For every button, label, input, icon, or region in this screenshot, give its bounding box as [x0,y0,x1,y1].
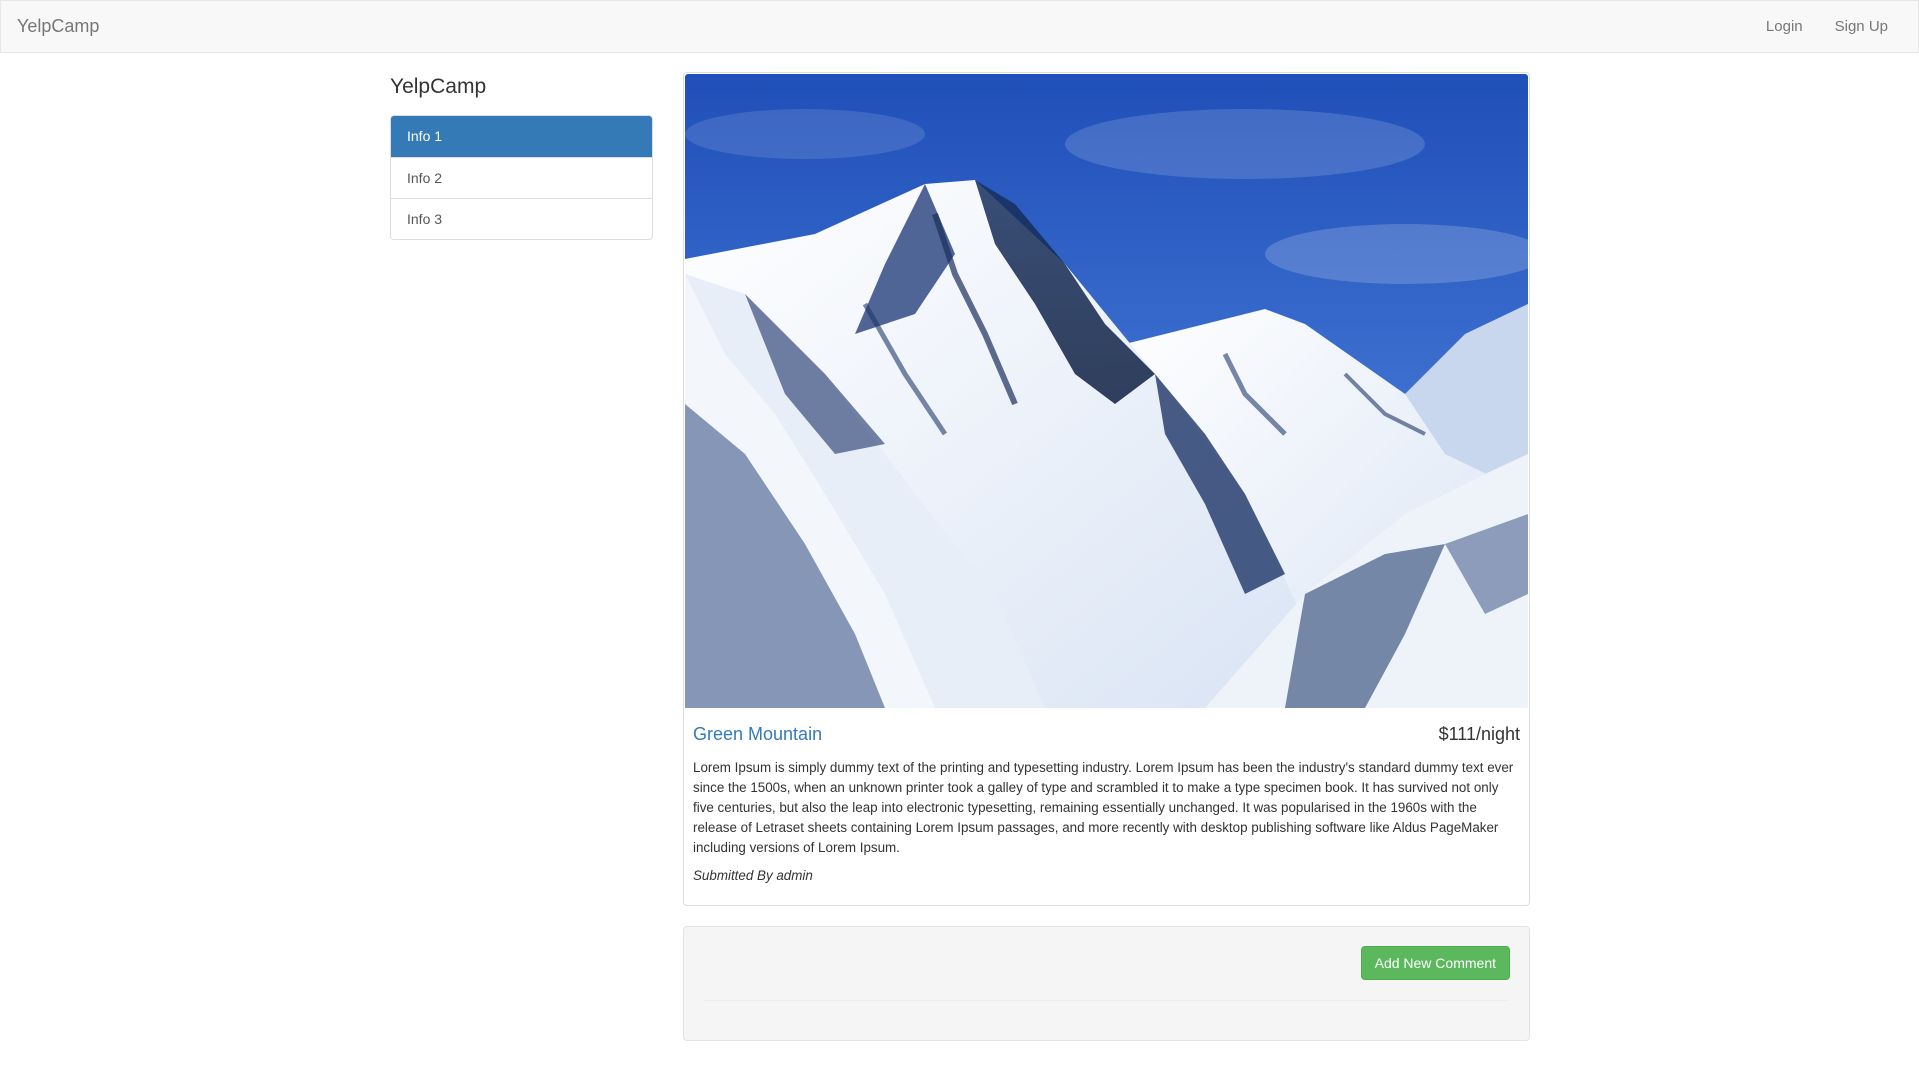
campground-caption: Green Mountain $111/night Lorem Ipsum is… [693,724,1520,883]
navbar-brand[interactable]: YelpCamp [17,16,99,37]
sidebar-item-info-2[interactable]: Info 2 [391,157,652,198]
add-comment-button[interactable]: Add New Comment [1360,946,1510,980]
info-list: Info 1 Info 2 Info 3 [390,115,653,240]
login-link[interactable]: Login [1734,18,1803,35]
navbar: YelpCamp Login Sign Up [0,0,1919,53]
comments-divider [703,1000,1510,1001]
navbar-links: Login Sign Up [1734,18,1888,35]
comments-well: Add New Comment [683,926,1530,1041]
sidebar-title: YelpCamp [390,75,487,98]
campground-image [685,74,1528,708]
caption-header: Green Mountain $111/night [693,724,1520,754]
campground-name-link[interactable]: Green Mountain [693,724,822,745]
campground-description: Lorem Ipsum is simply dummy text of the … [693,760,1514,855]
sidebar-item-info-1[interactable]: Info 1 [391,116,652,157]
campground-card: Green Mountain $111/night Lorem Ipsum is… [683,72,1530,906]
signup-link[interactable]: Sign Up [1803,18,1888,35]
sidebar: YelpCamp Info 1 Info 2 Info 3 [390,73,653,240]
sidebar-item-info-3[interactable]: Info 3 [391,198,652,239]
campground-price: $111/night [1438,724,1520,744]
submitted-by: Submitted By admin [693,868,813,883]
